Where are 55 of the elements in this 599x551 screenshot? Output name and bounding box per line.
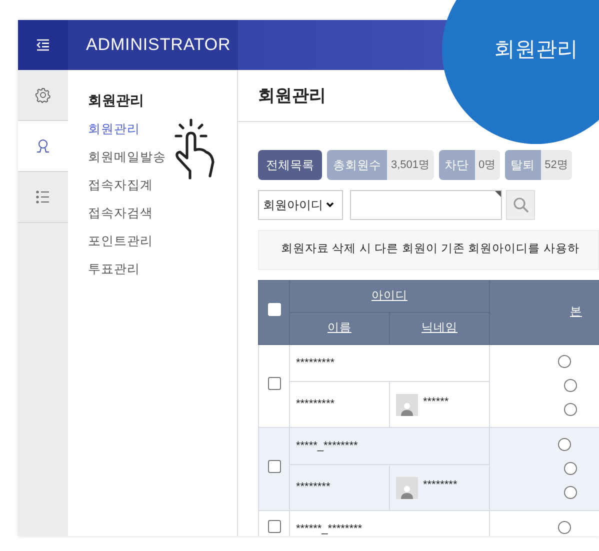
corner-mark-icon bbox=[495, 191, 501, 197]
gear-icon bbox=[35, 87, 51, 103]
stat-label: 차단 bbox=[438, 150, 475, 180]
callout-label: 회원관리 bbox=[494, 37, 578, 64]
stat-label: 탈퇴 bbox=[504, 150, 541, 180]
id-column-header[interactable]: 아이디 bbox=[372, 290, 408, 302]
list-icon bbox=[35, 189, 51, 205]
nickname-column-header[interactable]: 닉네임 bbox=[422, 322, 458, 334]
column-header[interactable]: 본 bbox=[570, 306, 582, 318]
member-id: *****_******** bbox=[296, 440, 358, 452]
member-id: ********* bbox=[296, 356, 335, 369]
menu-toggle-button[interactable] bbox=[18, 20, 68, 70]
user-icon bbox=[35, 138, 51, 154]
radio-button[interactable] bbox=[564, 486, 577, 499]
page-title: 회원관리 bbox=[258, 84, 326, 107]
name-column-header[interactable]: 이름 bbox=[328, 322, 352, 334]
menu-item[interactable]: 포인트관리 bbox=[88, 232, 237, 260]
menu-item[interactable]: 접속자검색 bbox=[88, 204, 237, 232]
stat-badge[interactable]: 차단 0명 bbox=[438, 150, 500, 180]
menu-title: 회원관리 bbox=[88, 91, 145, 110]
search-button[interactable] bbox=[506, 190, 535, 220]
filter-button[interactable]: 전체목록 bbox=[258, 150, 322, 180]
menu-item[interactable]: 회원메일발송 bbox=[88, 148, 237, 176]
stat-count: 0명 bbox=[478, 158, 497, 173]
radio-button[interactable] bbox=[558, 521, 571, 534]
radio-button[interactable] bbox=[564, 403, 577, 416]
menu-item[interactable]: 회원관리 bbox=[88, 120, 237, 148]
radio-button[interactable] bbox=[564, 379, 577, 392]
member-name: ********* bbox=[296, 398, 335, 410]
radio-button[interactable] bbox=[558, 438, 571, 451]
avatar-placeholder bbox=[396, 394, 418, 416]
notice-text: 회원자료 삭제 시 다른 회원이 기존 회원아이디를 사용하 bbox=[281, 242, 580, 258]
menu-item[interactable]: 투표관리 bbox=[88, 260, 237, 288]
app-title: ADMINISTRATOR bbox=[86, 34, 231, 56]
member-nickname: ******** bbox=[423, 478, 458, 494]
avatar-placeholder bbox=[396, 476, 418, 498]
stat-count: 52명 bbox=[544, 158, 569, 173]
radio-button[interactable] bbox=[558, 355, 571, 368]
stat-badge[interactable]: 탈퇴 52명 bbox=[504, 150, 572, 180]
stat-badge[interactable]: 총회원수 3,501명 bbox=[327, 150, 434, 180]
checkbox[interactable] bbox=[268, 520, 280, 533]
collapse-menu-icon bbox=[36, 39, 50, 51]
checkbox[interactable] bbox=[268, 460, 280, 473]
search-icon bbox=[512, 197, 528, 213]
member-nickname: ****** bbox=[423, 395, 449, 410]
stat-label: 총회원수 bbox=[327, 150, 387, 180]
member-id: ******_******** bbox=[296, 522, 362, 535]
stat-count: 3,501명 bbox=[390, 158, 431, 173]
search-input[interactable] bbox=[350, 190, 502, 220]
checkbox[interactable] bbox=[268, 376, 280, 390]
chevron-down-icon bbox=[326, 202, 334, 208]
member-name: ******** bbox=[296, 481, 330, 494]
search-field-select[interactable]: 회원아이디 bbox=[258, 190, 343, 220]
menu-item[interactable]: 접속자집계 bbox=[88, 176, 237, 204]
radio-button[interactable] bbox=[564, 462, 577, 475]
